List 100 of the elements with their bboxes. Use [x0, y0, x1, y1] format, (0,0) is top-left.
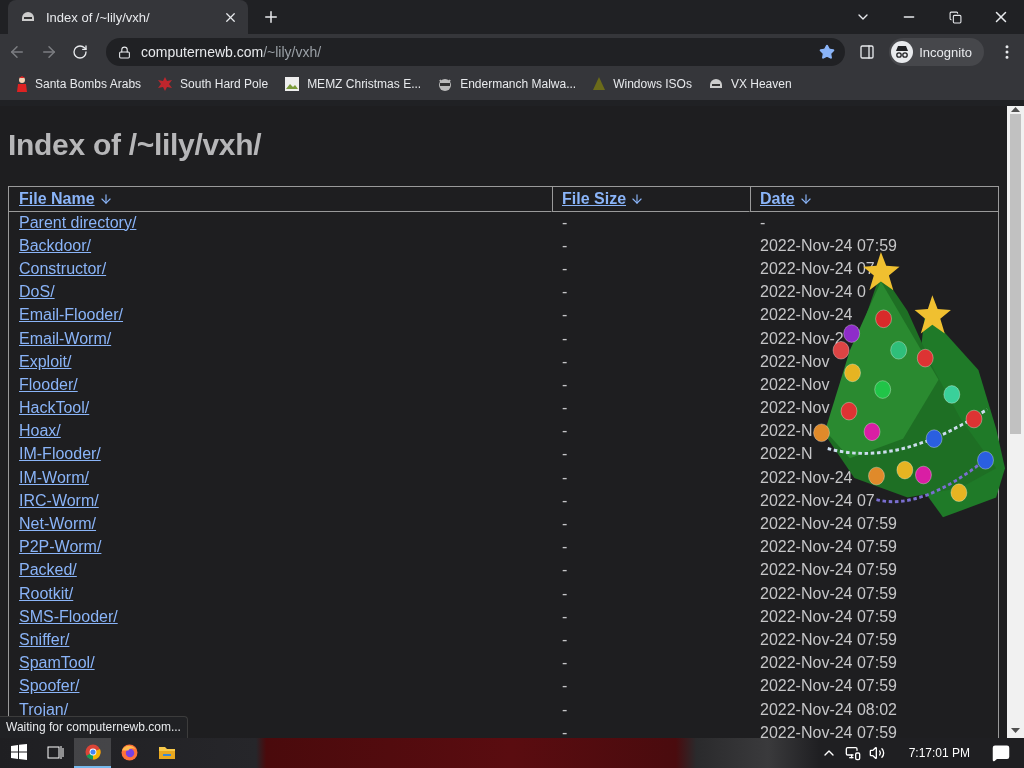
size-cell-text: -	[561, 329, 568, 348]
file-link[interactable]: Exploit/	[9, 352, 72, 371]
bookmark-link[interactable]: Santa Bombs Arabs	[16, 76, 142, 92]
status-bubble: Waiting for computernewb.com...	[0, 716, 188, 738]
address-bar[interactable]: computernewb.com/~lily/vxh/	[106, 38, 846, 66]
size-cell-text: -	[561, 607, 568, 626]
date-cell-text: 2022-Nov	[759, 399, 830, 418]
size-cell-text: -	[561, 468, 568, 487]
splat-icon	[157, 76, 174, 92]
date-cell-text: 2022-Nov-24	[759, 468, 853, 487]
file-link[interactable]: Email-Worm/	[9, 329, 112, 348]
size-cell-text: -	[561, 306, 568, 325]
file-link[interactable]: Net-Worm/	[9, 515, 97, 534]
date-cell-text: 2022-Nov-24 07:59	[759, 561, 897, 580]
star-icon[interactable]	[819, 44, 836, 60]
size-cell-text: -	[561, 538, 568, 557]
new-tab-icon[interactable]	[262, 8, 280, 26]
back-icon[interactable]	[8, 43, 26, 61]
size-cell-text: -	[561, 630, 568, 649]
url-text: computernewb.com/~lily/vxh/	[141, 44, 323, 60]
taskbar-clock[interactable]: 7:17:01 PM	[908, 746, 970, 760]
incognito-icon	[891, 41, 914, 63]
image-icon	[284, 76, 301, 92]
size-cell-text: -	[561, 213, 568, 232]
incognito-button[interactable]: Incognito	[889, 38, 984, 66]
firefox-icon	[121, 743, 138, 761]
date-cell-text: 2022-Nov-24 07:59	[759, 723, 897, 738]
lock-icon	[118, 45, 131, 59]
file-link[interactable]: Backdoor/	[9, 236, 92, 255]
file-link[interactable]: SpamTool/	[9, 654, 95, 673]
date-cell-text: 2022-Nov-24 07:59	[759, 515, 897, 534]
size-cell-text: -	[561, 515, 568, 534]
reload-icon[interactable]	[72, 44, 88, 60]
date-cell-text: -	[759, 213, 766, 232]
date-cell-text: 2022-N	[759, 445, 813, 464]
date-cell-text: 2022-Nov-2	[759, 329, 844, 348]
date-cell-text: 2022-Nov-24 07:59	[759, 630, 897, 649]
file-link[interactable]: P2P-Worm/	[9, 538, 102, 557]
file-link[interactable]: IM-Flooder/	[9, 445, 101, 464]
size-cell-text: -	[561, 236, 568, 255]
notification-icon[interactable]	[992, 744, 1010, 762]
size-cell-text: -	[561, 723, 568, 738]
size-cell-text: -	[561, 422, 568, 441]
scroll-up-icon[interactable]	[1011, 106, 1020, 112]
size-cell-text: -	[561, 491, 568, 510]
size-cell-text: -	[561, 259, 568, 278]
file-link[interactable]: Trojan/	[9, 700, 69, 719]
size-cell-text: -	[561, 375, 568, 394]
date-cell-text: 2022-N	[759, 422, 813, 441]
file-link[interactable]: Sniffer/	[9, 630, 70, 649]
column-header-link[interactable]: File Name	[19, 189, 95, 208]
bookmark-link[interactable]: South Hard Pole	[157, 76, 269, 92]
file-link[interactable]: Hoax/	[9, 422, 61, 441]
size-cell-text: -	[561, 561, 568, 580]
file-link[interactable]: Rootkit/	[9, 584, 74, 603]
size-cell-text: -	[561, 584, 568, 603]
date-cell-text: 2022-Nov-24 08:02	[759, 700, 897, 719]
column-header-link[interactable]: File Size	[562, 189, 627, 208]
volume-icon[interactable]	[868, 745, 885, 761]
file-link[interactable]: Flooder/	[9, 375, 78, 394]
column-header-link[interactable]: Date	[760, 189, 795, 208]
file-link[interactable]: Constructor/	[9, 259, 107, 278]
bookmark-link[interactable]: VX Heaven	[707, 76, 792, 92]
size-cell-text: -	[561, 654, 568, 673]
date-cell-text: 2022-Nov-24	[759, 306, 853, 325]
file-link[interactable]: Packed/	[9, 561, 77, 580]
size-cell-text: -	[561, 677, 568, 696]
file-link[interactable]: HackTool/	[9, 399, 90, 418]
scroll-down-icon[interactable]	[1011, 728, 1020, 734]
file-link[interactable]: SMS-Flooder/	[9, 607, 118, 626]
figure-icon	[16, 76, 28, 92]
page-heading: Index of /~lily/vxh/	[8, 128, 263, 162]
date-cell-text: 2022-Nov-24 07:59	[759, 584, 897, 603]
bookmark-link[interactable]: Windows ISOs	[592, 76, 692, 92]
file-link[interactable]: IM-Worm/	[9, 468, 89, 487]
taskbar-app-button[interactable]	[74, 738, 111, 768]
file-link[interactable]: IRC-Worm/	[9, 491, 99, 510]
bookmark-link[interactable]: MEMZ Christmas E...	[284, 76, 422, 92]
tree-icon	[592, 76, 607, 92]
forward-icon[interactable]	[40, 43, 58, 61]
bookmark-link[interactable]: Endermanch Malwa...	[437, 76, 577, 92]
browser-tab[interactable]: Index of /~lily/vxh/	[8, 0, 248, 34]
folder-icon	[157, 744, 176, 760]
file-link[interactable]: DoS/	[9, 283, 55, 302]
scrollbar-thumb[interactable]	[1010, 114, 1021, 434]
file-link[interactable]: Parent directory/	[9, 213, 137, 232]
side-panel-icon[interactable]	[859, 44, 876, 60]
file-link[interactable]: Spoofer/	[9, 677, 80, 696]
size-cell-text: -	[561, 700, 568, 719]
file-link[interactable]: Email-Flooder/	[9, 306, 124, 325]
date-cell-text: 2022-Nov	[759, 352, 830, 371]
scrollbar[interactable]	[1007, 106, 1024, 738]
size-cell-text: -	[561, 283, 568, 302]
animal-face-icon	[437, 76, 454, 92]
size-cell-text: -	[561, 399, 568, 418]
date-cell-text: 2022-Nov-24 07:59	[759, 236, 897, 255]
chrome-icon	[84, 744, 101, 760]
date-cell-text: 2022-Nov-24 07	[759, 491, 875, 510]
network-icon[interactable]	[844, 745, 861, 761]
date-cell-text: 2022-Nov	[759, 375, 830, 394]
